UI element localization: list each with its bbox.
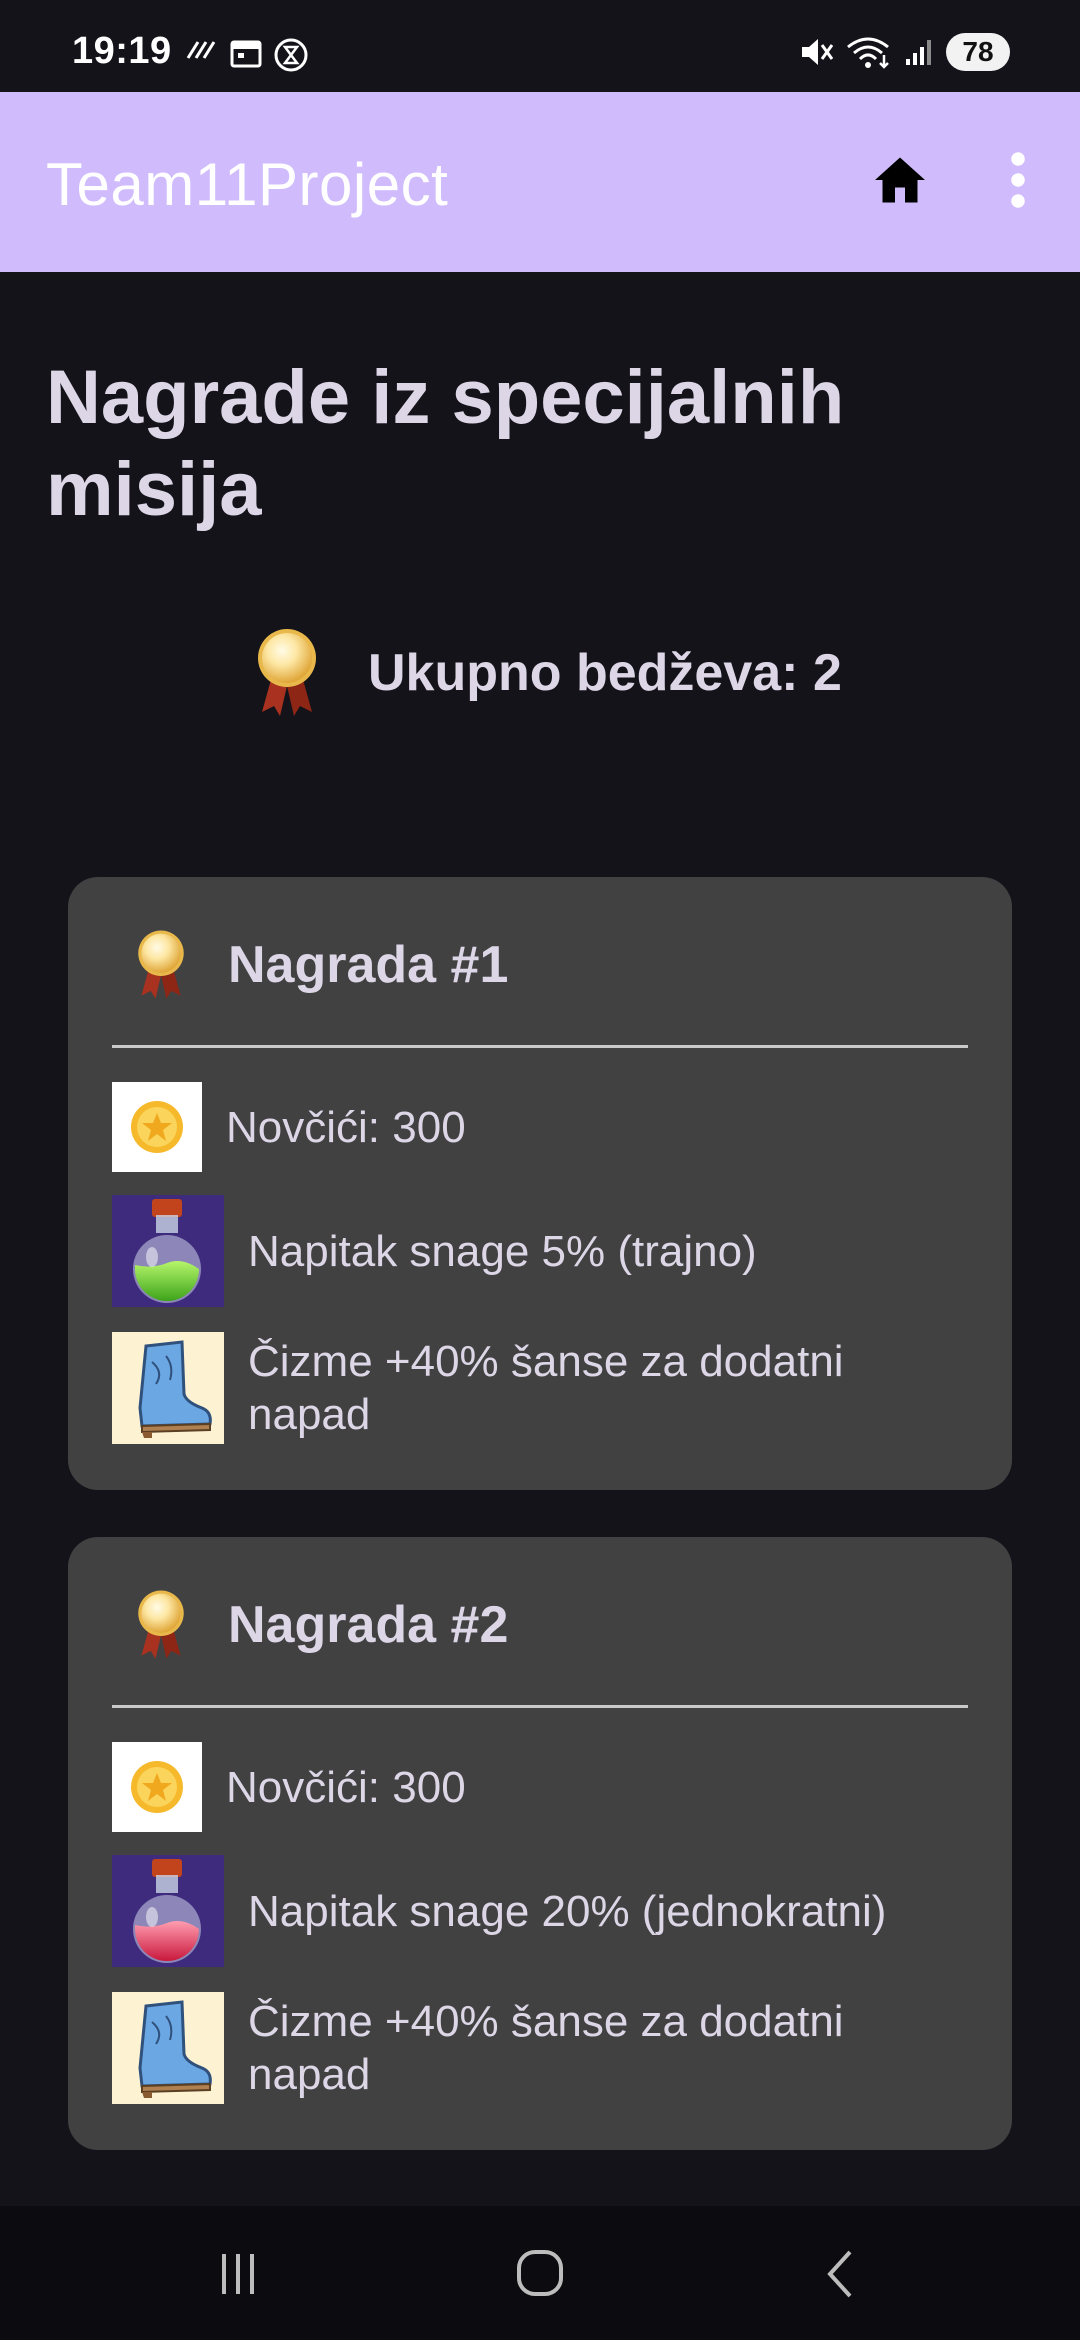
wifi-icon [847,37,889,69]
reward-item: Novčići: 300 [112,1082,466,1172]
home-nav-icon[interactable] [510,2246,570,2302]
mute-icon [802,39,834,65]
badge-summary: Ukupno bedževa: 2 [250,628,842,718]
reward-item-label: Novčići: 300 [226,1102,466,1152]
app-bar: Team11Project [0,92,1080,272]
reward-item-label: Napitak snage 20% (jednokratni) [248,1886,887,1936]
green-potion-icon [112,1195,224,1307]
back-icon[interactable] [812,2246,872,2302]
divider [112,1705,968,1708]
status-notification-icons [186,38,308,72]
red-potion-icon [112,1855,224,1967]
reward-item: Napitak snage 5% (trajno) [112,1195,757,1307]
reward-item-label: Napitak snage 5% (trajno) [248,1226,757,1276]
signal-icon [906,40,931,65]
home-icon[interactable] [870,150,930,210]
reward-card: Nagrada #1 Novčići: 300 Napitak snage 5%… [68,877,1012,1490]
reward-card-header: Nagrada #1 [132,929,508,1001]
reward-card-header: Nagrada #2 [132,1589,508,1661]
system-nav-bar [0,2206,1080,2340]
recent-apps-icon[interactable] [208,2246,268,2302]
stripes-icon [186,41,216,59]
badge-count: Ukupno bedževa: 2 [368,644,842,702]
reward-title: Nagrada #1 [228,936,509,994]
medal-icon [132,1589,190,1661]
boots-icon [112,1332,224,1444]
reward-item: Čizme +40% šanse za dodatni napad [112,1332,888,1444]
status-bar: 19:19 78 [0,0,1080,92]
reward-item: Novčići: 300 [112,1742,466,1832]
reward-item: Čizme +40% šanse za dodatni napad [112,1992,888,2104]
hourglass-icon [274,38,308,72]
divider [112,1045,968,1048]
boots-icon [112,1992,224,2104]
status-time: 19:19 [72,30,172,72]
coin-icon [112,1742,202,1832]
app-title: Team11Project [46,151,449,218]
page-title: Nagrade iz specijalnih misija [46,355,845,532]
reward-title: Nagrada #2 [228,1596,509,1654]
battery-indicator: 78 [946,33,1010,71]
more-vertical-icon[interactable] [1000,150,1036,210]
status-system-icons: 78 [798,33,1010,71]
reward-card: Nagrada #2 Novčići: 300 Napitak snage 20… [68,1537,1012,2150]
medal-icon [250,628,324,718]
medal-icon [132,929,190,1001]
reward-item-label: Čizme +40% šanse za dodatni napad [248,1997,844,2099]
calendar-icon [230,40,262,68]
coin-icon [112,1082,202,1172]
reward-item-label: Čizme +40% šanse za dodatni napad [248,1337,844,1439]
reward-item-label: Novčići: 300 [226,1762,466,1812]
reward-item: Napitak snage 20% (jednokratni) [112,1855,886,1967]
